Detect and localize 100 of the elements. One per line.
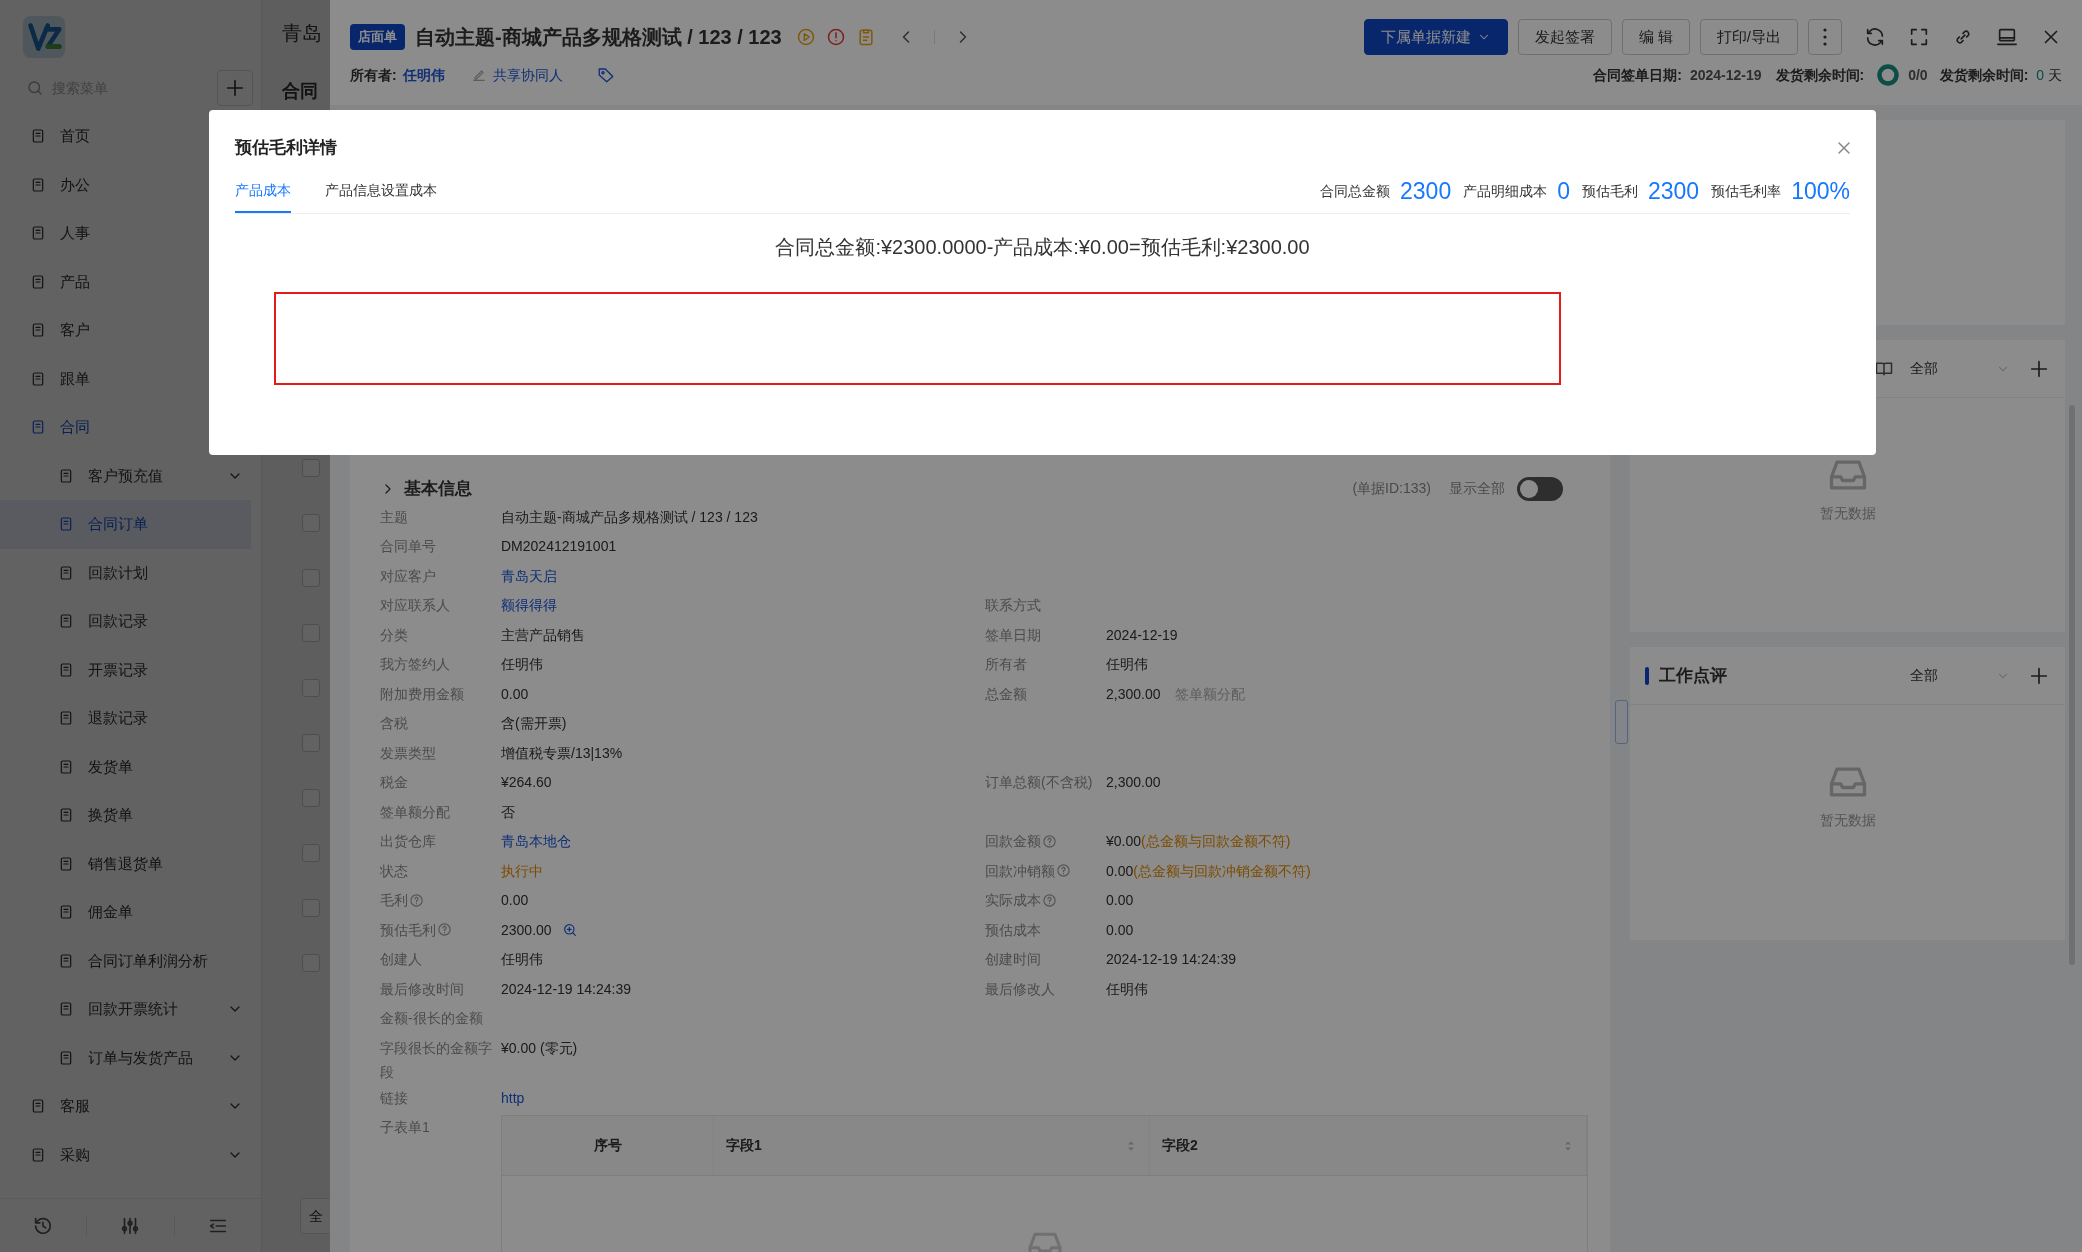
menu-item[interactable]: 发货单 [0, 742, 261, 791]
share-link[interactable]: 共享协同人 [470, 64, 563, 86]
search-icon [26, 79, 44, 97]
remaining-label: 发货剩余时间: [1939, 65, 2029, 85]
menu-item[interactable]: 订单与发货产品 [0, 1033, 261, 1082]
help-icon[interactable] [437, 922, 452, 937]
action-button[interactable]: 打印/导出 [1699, 19, 1798, 55]
field-label: 我方签约人 [380, 655, 450, 674]
menu-item[interactable]: 佣金单 [0, 888, 261, 937]
field-label: 合同单号 [380, 537, 436, 556]
menu-item[interactable]: 换货单 [0, 791, 261, 840]
field-value: 2024-12-19 14:24:39 [501, 979, 631, 999]
summary-value: 100% [1791, 176, 1850, 206]
field-label: 含税 [380, 714, 408, 733]
owner-link[interactable]: 任明伟 [402, 64, 445, 86]
summary-value: 0 [1557, 176, 1570, 206]
field-label: 链接 [380, 1088, 408, 1108]
page-icon [58, 904, 74, 921]
menu-item[interactable]: 销售退货单 [0, 839, 261, 888]
field-value: 自动主题-商城产品多规格测试 / 123 / 123 [501, 507, 758, 527]
refresh-icon[interactable] [1864, 26, 1886, 48]
progress-ring-icon [1876, 63, 1901, 87]
column-header[interactable]: 字段1 [714, 1116, 1150, 1175]
filter-select[interactable]: 全部 [1910, 665, 2010, 686]
collapse-handle[interactable] [1615, 700, 1628, 744]
menu-item[interactable]: 回款开票统计 [0, 985, 261, 1034]
page-icon [30, 273, 46, 290]
column-header[interactable]: 序号 [502, 1116, 714, 1175]
menu-item[interactable]: 回款记录 [0, 597, 261, 646]
action-button[interactable]: 编 辑 [1621, 19, 1690, 55]
date-label: 合同签单日期: [1593, 65, 1682, 85]
menu-item[interactable]: 合同订单 [0, 500, 251, 549]
menu-item[interactable]: 合同订单利润分析 [0, 936, 261, 985]
field-value: 含(需开票) [501, 714, 567, 733]
field-label: 分类 [380, 625, 408, 645]
field-value: 执行中 [501, 861, 543, 881]
page-icon [58, 564, 74, 581]
tab[interactable]: 产品成本 [235, 169, 291, 213]
laptop-icon[interactable] [1996, 26, 2018, 48]
menu-item[interactable]: 客户预充值 [0, 451, 261, 500]
alert-icon[interactable] [825, 27, 846, 47]
menu-item[interactable]: 开票记录 [0, 645, 261, 694]
field-label: 创建时间 [985, 950, 1042, 969]
help-icon[interactable] [1042, 833, 1058, 849]
add-button[interactable] [217, 70, 253, 106]
field-link[interactable]: 青岛天启 [501, 563, 557, 588]
help-icon[interactable] [1056, 863, 1072, 878]
menu-item[interactable]: 跟单 [0, 354, 261, 403]
summary-label: 合同总金额 [1320, 181, 1391, 201]
filter-button[interactable]: 全 [300, 1198, 330, 1234]
field-value: 2024-12-19 14:24:39 [1106, 950, 1237, 969]
action-button[interactable]: 发起签署 [1517, 19, 1612, 55]
field-label: 子表单1 [380, 1118, 431, 1137]
fullscreen-icon[interactable] [1908, 26, 1930, 48]
field-value: 2300.00 [501, 920, 552, 940]
menu-item[interactable]: 退款记录 [0, 694, 261, 743]
field-label: 对应客户 [380, 566, 436, 586]
help-icon[interactable] [1042, 892, 1058, 908]
column-header[interactable]: 字段2 [1150, 1116, 1587, 1175]
warning-text: (总金额与回款冲销金额不符) [1133, 861, 1311, 881]
action-button[interactable]: 下属单据新建 [1363, 19, 1508, 55]
menu-item[interactable]: 采购 [0, 1130, 261, 1179]
summary-label: 产品明细成本 [1463, 181, 1548, 201]
help-icon[interactable] [409, 892, 424, 908]
menu-item[interactable]: 回款计划 [0, 548, 261, 597]
play-icon[interactable] [795, 27, 816, 47]
field-value: ¥0.00 (零元) [501, 1038, 578, 1058]
field-link[interactable]: 额得得得 [501, 593, 557, 617]
section-title: 基本信息 [404, 478, 472, 500]
page-icon [30, 225, 46, 242]
field-link[interactable]: 青岛本地仓 [501, 829, 571, 853]
field-value: 任明伟 [1106, 979, 1149, 999]
field-value: 任明伟 [501, 950, 543, 969]
field-link[interactable]: http [501, 1085, 525, 1110]
warning-text: (总金额与回款金额不符) [1141, 832, 1291, 851]
progress-value: 0/0 [1908, 65, 1928, 85]
field-label: 发票类型 [380, 743, 436, 763]
show-all-toggle[interactable] [1517, 476, 1563, 501]
field-value: 任明伟 [1106, 655, 1149, 674]
tag-icon[interactable] [596, 66, 615, 84]
menu-item[interactable]: 合同 [0, 403, 261, 452]
dialog-title: 预估毛利详情 [235, 137, 338, 160]
page-title: 青岛 [282, 21, 322, 46]
page-icon [58, 661, 74, 678]
filter-select[interactable]: 全部 [1910, 358, 2010, 379]
more-button[interactable] [1808, 19, 1842, 55]
tab[interactable]: 产品信息设置成本 [325, 169, 437, 213]
page-icon [58, 758, 74, 775]
plus-icon [224, 77, 246, 99]
menu-item[interactable]: 客服 [0, 1082, 261, 1131]
field-label: 实际成本 [985, 891, 1042, 910]
menu-item[interactable]: 产品 [0, 257, 261, 306]
page-icon [30, 1098, 46, 1115]
field-value: DM202412191001 [501, 537, 617, 556]
field-value: 0.00 [501, 891, 529, 910]
field-label: 签单额分配 [380, 802, 450, 822]
menu-item[interactable]: 客户 [0, 306, 261, 355]
field-label: 字段很长的金额字段 [380, 1038, 493, 1082]
field-value: 2,300.00 [1106, 684, 1161, 704]
zoom-in-icon[interactable] [561, 921, 578, 938]
